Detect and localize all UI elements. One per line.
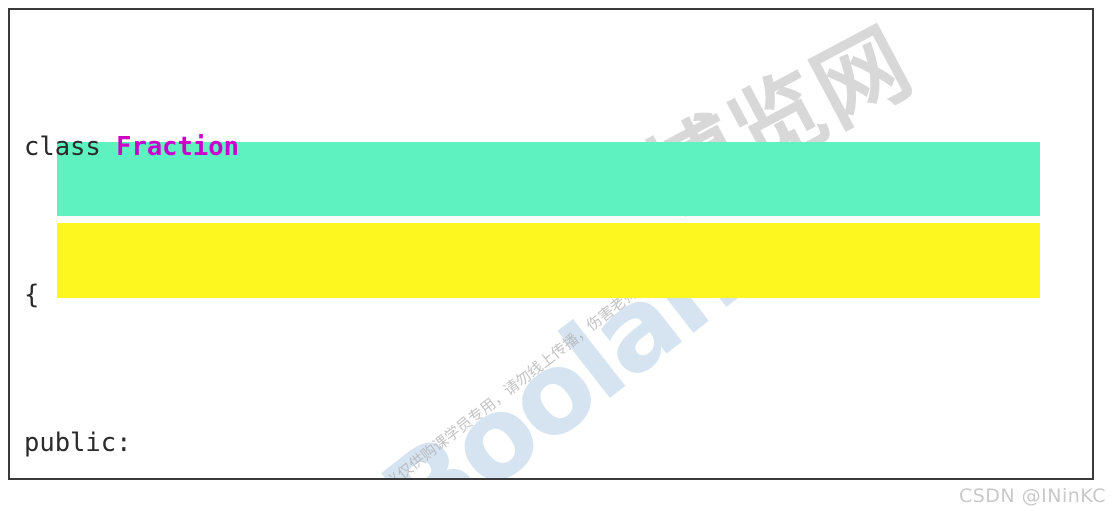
- code-line-1: class Fraction: [24, 129, 1092, 166]
- keyword-class: class: [24, 132, 117, 162]
- screenshot-root: 博览网 Boolan 本讲义仅供购课学员专用，请勿线上传播，伤害老师的美意与智财…: [0, 0, 1112, 511]
- csdn-watermark-label: CSDN @INinKC: [958, 485, 1106, 507]
- open-brace: {: [24, 280, 40, 310]
- source-code: class Fraction { public: Fraction(int nu…: [10, 10, 1092, 478]
- class-name-fraction: Fraction: [116, 132, 239, 162]
- code-line-2: {: [24, 277, 1092, 314]
- code-line-3: public:: [24, 425, 1092, 462]
- access-specifier-public: public:: [24, 428, 132, 458]
- code-block-frame: 博览网 Boolan 本讲义仅供购课学员专用，请勿线上传播，伤害老师的美意与智财…: [8, 8, 1094, 480]
